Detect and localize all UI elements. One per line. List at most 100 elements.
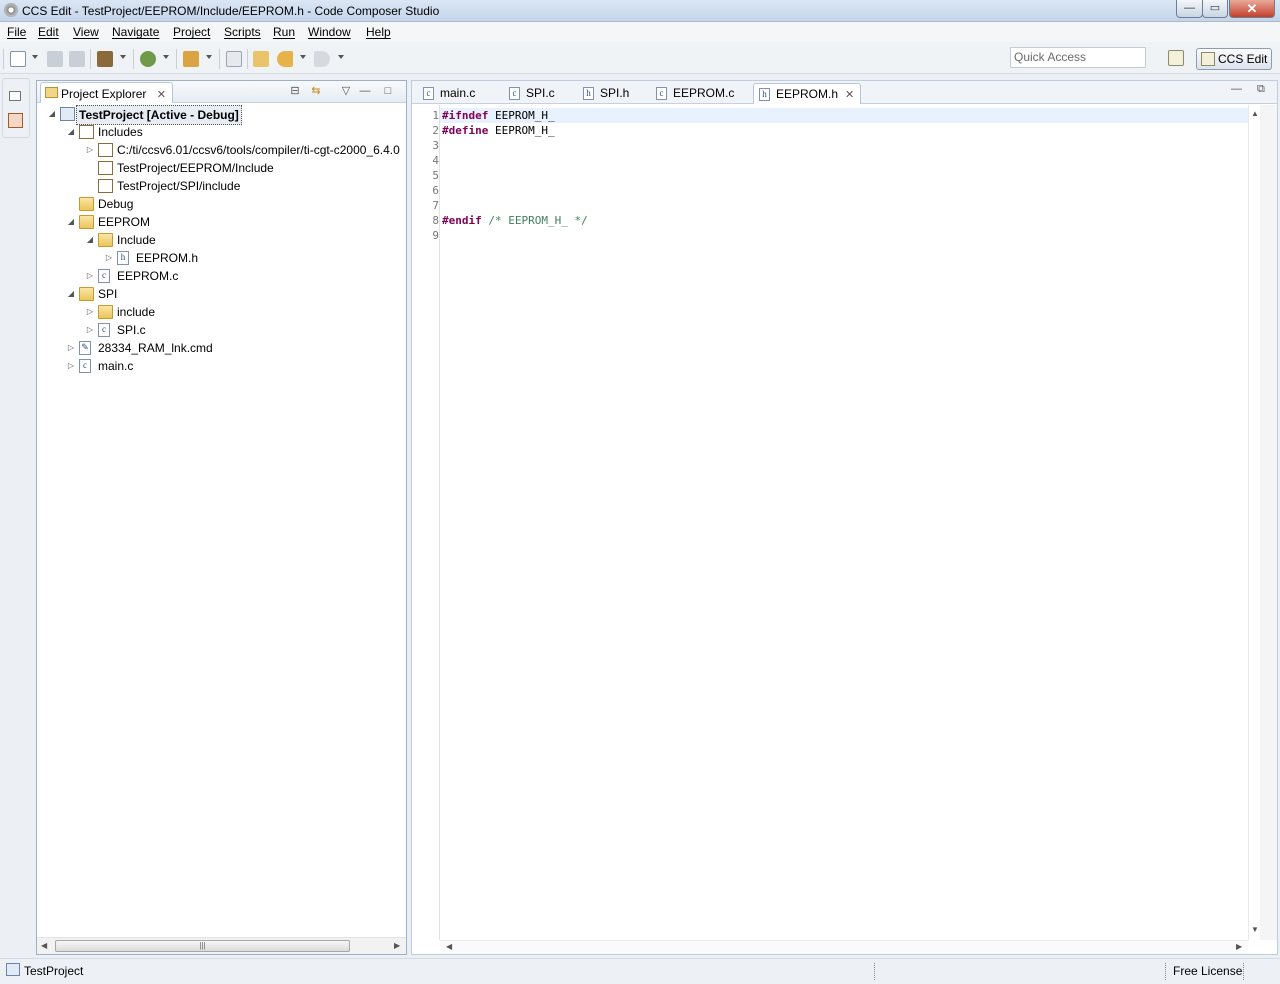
horizontal-scrollbar[interactable]: ◀ ||| ▶ bbox=[37, 937, 406, 954]
restore-icon[interactable] bbox=[9, 91, 21, 101]
link-with-editor-icon[interactable]: ⇆ bbox=[309, 85, 323, 99]
tree-item[interactable]: ◢ EEPROM bbox=[37, 213, 406, 231]
collapsed-twisty-icon[interactable]: ▷ bbox=[85, 321, 95, 339]
maximize-editor-icon[interactable]: ⧉ bbox=[1257, 83, 1265, 96]
scroll-right-icon[interactable]: ▶ bbox=[394, 941, 400, 950]
scroll-right-icon[interactable]: ▶ bbox=[1236, 942, 1242, 951]
cmd-file-icon: ✎ bbox=[79, 341, 91, 355]
tree-item[interactable]: ▷ c EEPROM.c bbox=[37, 267, 406, 285]
menu-bar: File Edit View Navigate Project Scripts … bbox=[0, 22, 1280, 42]
minimize-button[interactable]: — bbox=[1176, 0, 1203, 18]
save-icon[interactable] bbox=[47, 51, 63, 67]
tree-item[interactable]: ▷ c main.c bbox=[37, 357, 406, 375]
menu-project[interactable]: Project bbox=[173, 25, 210, 39]
menu-edit[interactable]: Edit bbox=[38, 25, 59, 39]
code-line[interactable]: #ifndef EEPROM_H_ bbox=[442, 108, 555, 123]
toggle-block-icon[interactable] bbox=[226, 51, 242, 67]
tree-item[interactable]: ▷ ✎ 28334_RAM_lnk.cmd bbox=[37, 339, 406, 357]
scroll-down-icon[interactable]: ▼ bbox=[1251, 925, 1259, 934]
tree-item[interactable]: ▷ h EEPROM.h bbox=[37, 249, 406, 267]
expanded-twisty-icon[interactable]: ◢ bbox=[85, 231, 95, 249]
menu-file[interactable]: File bbox=[7, 25, 26, 39]
tree-item-label: TestProject [Active - Debug] bbox=[76, 105, 242, 125]
build-dropdown-icon[interactable] bbox=[120, 55, 126, 59]
editor-horizontal-scrollbar[interactable]: ◀ ▶ bbox=[440, 940, 1248, 954]
close-window-button[interactable]: ✕ bbox=[1229, 0, 1275, 18]
new-dropdown-icon[interactable] bbox=[32, 55, 38, 59]
outline-view-icon[interactable] bbox=[8, 113, 23, 128]
collapsed-twisty-icon[interactable]: ▷ bbox=[85, 303, 95, 321]
scrollbar-thumb[interactable]: ||| bbox=[55, 940, 350, 952]
debug-dropdown-icon[interactable] bbox=[163, 55, 169, 59]
collapsed-twisty-icon[interactable]: ▷ bbox=[66, 339, 76, 357]
maximize-view-icon[interactable]: □ bbox=[381, 85, 395, 99]
c-file-icon: c bbox=[509, 87, 520, 100]
editor-tab[interactable]: c EEPROM.c bbox=[651, 83, 734, 104]
menu-view[interactable]: View bbox=[73, 25, 99, 39]
scroll-left-icon[interactable]: ◀ bbox=[446, 942, 452, 951]
collapsed-twisty-icon[interactable]: ▷ bbox=[104, 249, 114, 267]
tree-item[interactable]: ▷ c SPI.c bbox=[37, 321, 406, 339]
save-all-icon[interactable] bbox=[69, 51, 85, 67]
collapsed-twisty-icon[interactable]: ▷ bbox=[66, 357, 76, 375]
expanded-twisty-icon[interactable]: ◢ bbox=[66, 213, 76, 231]
close-view-icon[interactable]: ✕ bbox=[157, 88, 166, 101]
collapse-all-icon[interactable]: ⊟ bbox=[288, 85, 302, 99]
editor-tab[interactable]: c main.c bbox=[418, 83, 475, 104]
tree-item-label: include bbox=[117, 305, 156, 319]
project-explorer-tab[interactable]: Project Explorer ✕ bbox=[40, 82, 173, 103]
scroll-left-icon[interactable]: ◀ bbox=[41, 941, 47, 950]
editor-tab-label: main.c bbox=[440, 86, 476, 100]
collapsed-twisty-icon[interactable]: ▷ bbox=[85, 141, 95, 159]
tree-item[interactable]: ◢ Include bbox=[37, 231, 406, 249]
tree-item[interactable]: ◢ Includes bbox=[37, 123, 406, 141]
build-hammer-icon[interactable] bbox=[97, 51, 113, 67]
editor-tab[interactable]: h EEPROM.h ✕ bbox=[753, 83, 862, 105]
forward-dropdown-icon[interactable] bbox=[338, 55, 344, 59]
tree-item[interactable]: TestProject/EEPROM/Include bbox=[37, 159, 406, 177]
menu-window[interactable]: Window bbox=[308, 25, 351, 39]
license-status[interactable]: Free License bbox=[1173, 964, 1242, 978]
debug-bug-icon[interactable] bbox=[140, 51, 156, 67]
project-tree: ◢ TestProject [Active - Debug] ◢ Includes ▷ C… bbox=[37, 103, 406, 937]
tree-item[interactable]: ▷ C:/ti/ccsv6.01/ccsv6/tools/compiler/ti-… bbox=[37, 141, 406, 159]
last-edit-icon[interactable] bbox=[253, 51, 269, 67]
code-line[interactable]: #define EEPROM_H_ bbox=[442, 123, 555, 138]
editor-tab[interactable]: c SPI.c bbox=[504, 83, 555, 104]
minimize-editor-icon[interactable]: — bbox=[1231, 83, 1242, 95]
ccs-app-icon[interactable] bbox=[4, 3, 18, 17]
close-tab-icon[interactable]: ✕ bbox=[845, 85, 854, 105]
tree-item-label: TestProject/EEPROM/Include bbox=[117, 161, 274, 175]
view-menu-icon[interactable]: ▽ bbox=[339, 85, 353, 99]
new-icon[interactable] bbox=[10, 51, 26, 67]
forward-arrow-icon[interactable] bbox=[314, 51, 330, 67]
expanded-twisty-icon[interactable]: ◢ bbox=[66, 123, 76, 141]
code-line[interactable]: #endif /* EEPROM_H_ */ bbox=[442, 213, 588, 228]
flash-icon[interactable] bbox=[183, 51, 199, 67]
tree-item[interactable]: ◢ SPI bbox=[37, 285, 406, 303]
scroll-up-icon[interactable]: ▲ bbox=[1251, 109, 1259, 118]
menu-run[interactable]: Run bbox=[273, 25, 295, 39]
menu-help[interactable]: Help bbox=[366, 25, 391, 39]
quick-access-field[interactable]: Quick Access bbox=[1010, 47, 1146, 68]
expanded-twisty-icon[interactable]: ◢ bbox=[47, 105, 57, 123]
open-perspective-icon[interactable] bbox=[1168, 50, 1184, 66]
tree-item[interactable]: ◢ TestProject [Active - Debug] bbox=[37, 105, 406, 125]
flash-dropdown-icon[interactable] bbox=[206, 55, 212, 59]
menu-scripts[interactable]: Scripts bbox=[224, 25, 261, 39]
editor-tab[interactable]: h SPI.h bbox=[578, 83, 629, 104]
expanded-twisty-icon[interactable]: ◢ bbox=[66, 285, 76, 303]
tree-item[interactable]: TestProject/SPI/include bbox=[37, 177, 406, 195]
back-arrow-icon[interactable] bbox=[277, 51, 293, 67]
tree-item[interactable]: Debug bbox=[37, 195, 406, 213]
ccs-edit-perspective-button[interactable]: CCS Edit bbox=[1196, 48, 1272, 70]
maximize-button[interactable]: ▭ bbox=[1202, 0, 1228, 18]
editor-vertical-scrollbar[interactable]: ▲ ▼ bbox=[1248, 105, 1260, 940]
minimize-view-icon[interactable]: — bbox=[358, 85, 372, 99]
collapsed-twisty-icon[interactable]: ▷ bbox=[85, 267, 95, 285]
tree-item[interactable]: ▷ include bbox=[37, 303, 406, 321]
menu-navigate[interactable]: Navigate bbox=[112, 25, 159, 39]
toolbar-separator bbox=[219, 49, 220, 69]
back-dropdown-icon[interactable] bbox=[300, 55, 306, 59]
tree-item-label: 28334_RAM_lnk.cmd bbox=[98, 341, 213, 355]
